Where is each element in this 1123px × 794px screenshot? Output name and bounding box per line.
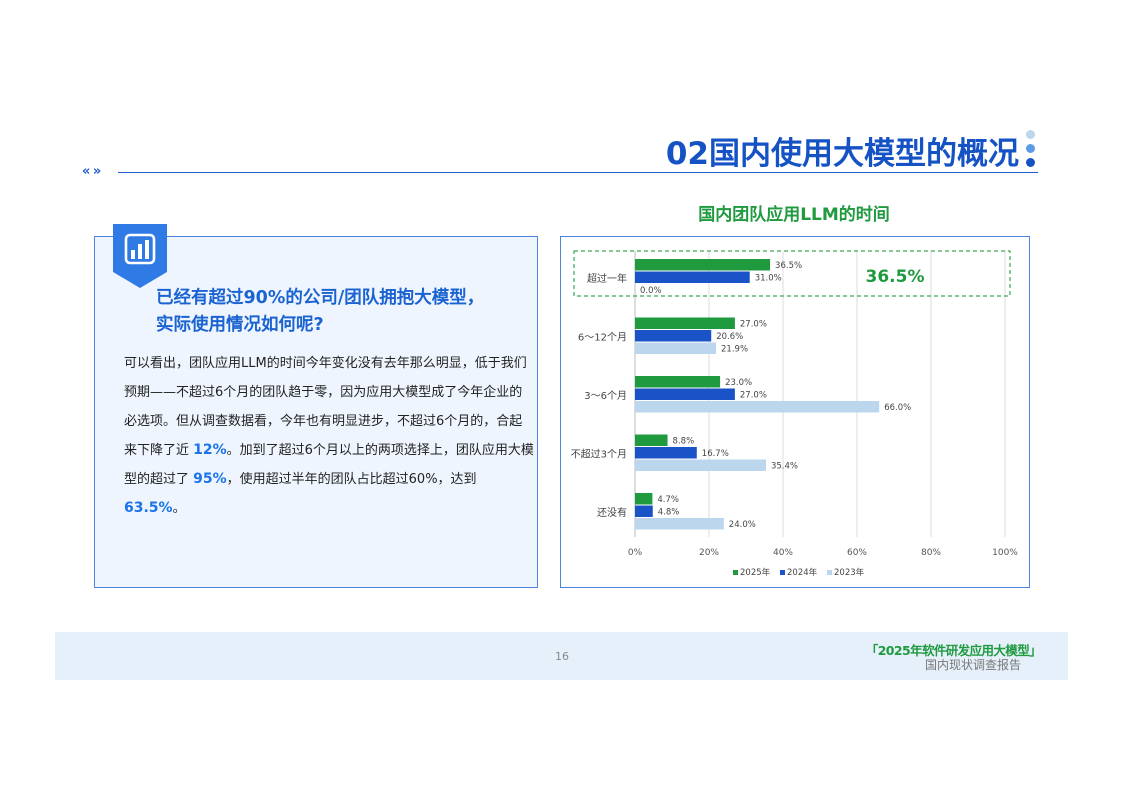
bar — [635, 401, 880, 413]
data-label: 4.8% — [658, 508, 680, 518]
bar — [635, 330, 712, 342]
x-tick-label: 60% — [847, 548, 867, 558]
data-label: 16.7% — [702, 449, 729, 459]
bar-chart-icon — [113, 224, 167, 288]
legend-swatch — [733, 570, 738, 575]
y-category-label: 3～6个月 — [584, 390, 627, 402]
page-number: 16 — [555, 650, 569, 663]
data-label: 27.0% — [740, 320, 767, 330]
x-tick-label: 80% — [921, 548, 941, 558]
data-label: 4.7% — [657, 495, 679, 505]
legend-label: 2024年 — [787, 567, 818, 578]
bar — [635, 271, 750, 283]
y-category-label: 6～12个月 — [578, 332, 627, 344]
legend-swatch — [780, 570, 785, 575]
legend-label: 2023年 — [834, 567, 865, 578]
data-label: 36.5% — [775, 261, 802, 271]
data-label: 31.0% — [755, 274, 782, 284]
bar — [635, 342, 717, 354]
y-category-label: 不超过3个月 — [571, 448, 627, 461]
x-tick-label: 40% — [773, 548, 793, 558]
x-tick-label: 0% — [628, 548, 643, 558]
data-label: 66.0% — [884, 403, 911, 413]
bar — [635, 434, 668, 446]
bar — [635, 447, 697, 459]
bar — [635, 493, 653, 505]
y-category-label: 超过一年 — [587, 272, 627, 285]
data-label: 24.0% — [729, 520, 756, 530]
data-label: 20.6% — [716, 332, 743, 342]
highlight-value: 63.5% — [124, 500, 173, 516]
footer-subtitle: 国内现状调查报告 — [924, 658, 1021, 672]
bar — [635, 376, 721, 388]
panel-body-text: 可以看出，团队应用LLM的时间今年变化没有去年那么明显，低于我们预期——不超过6… — [124, 349, 534, 523]
bar — [635, 259, 771, 271]
bar — [635, 518, 724, 530]
x-tick-label: 100% — [992, 548, 1018, 558]
panel-heading-line1: 已经有超过90%的公司/团队拥抱大模型， — [156, 288, 485, 308]
x-tick-label: 20% — [699, 548, 719, 558]
legend-label: 2025年 — [740, 567, 771, 578]
data-label: 27.0% — [740, 391, 767, 401]
title-dots-decoration — [1026, 130, 1036, 170]
page-title: 02国内使用大模型的概况 — [665, 136, 1019, 172]
y-category-label: 还没有 — [597, 506, 627, 519]
bar — [635, 388, 735, 400]
data-label: 21.9% — [721, 345, 748, 355]
body-text: ，使用超过半年的团队占比超过60%，达到 — [226, 472, 477, 487]
highlight-value: 36.5% — [866, 267, 925, 287]
highlight-value: 95% — [193, 471, 227, 487]
bar-chart: 0% 20% 40% 60% 80% 100% 36.5% 超过一年 36.5% 31.0% 0.0… — [571, 250, 1018, 578]
bar — [635, 459, 766, 471]
data-label: 35.4% — [771, 462, 798, 472]
legend-swatch — [827, 570, 832, 575]
chart-title: 国内团队应用LLM的时间 — [698, 205, 890, 225]
body-text: 。 — [172, 501, 186, 516]
header-divider — [118, 172, 1038, 173]
panel-heading: 已经有超过90%的公司/团队拥抱大模型， 实际使用情况如何呢? — [156, 285, 526, 339]
bar — [635, 317, 735, 329]
double-chevron-icon: « » — [82, 164, 101, 179]
data-label: 8.8% — [673, 437, 695, 447]
chart-panel: 0% 20% 40% 60% 80% 100% 36.5% 超过一年 36.5% 31.0% 0.0… — [560, 236, 1030, 588]
bar — [635, 505, 653, 517]
highlight-value: 12% — [193, 442, 227, 458]
data-label: 0.0% — [640, 286, 662, 296]
panel-heading-line2: 实际使用情况如何呢? — [156, 315, 324, 335]
data-label: 23.0% — [725, 378, 752, 388]
